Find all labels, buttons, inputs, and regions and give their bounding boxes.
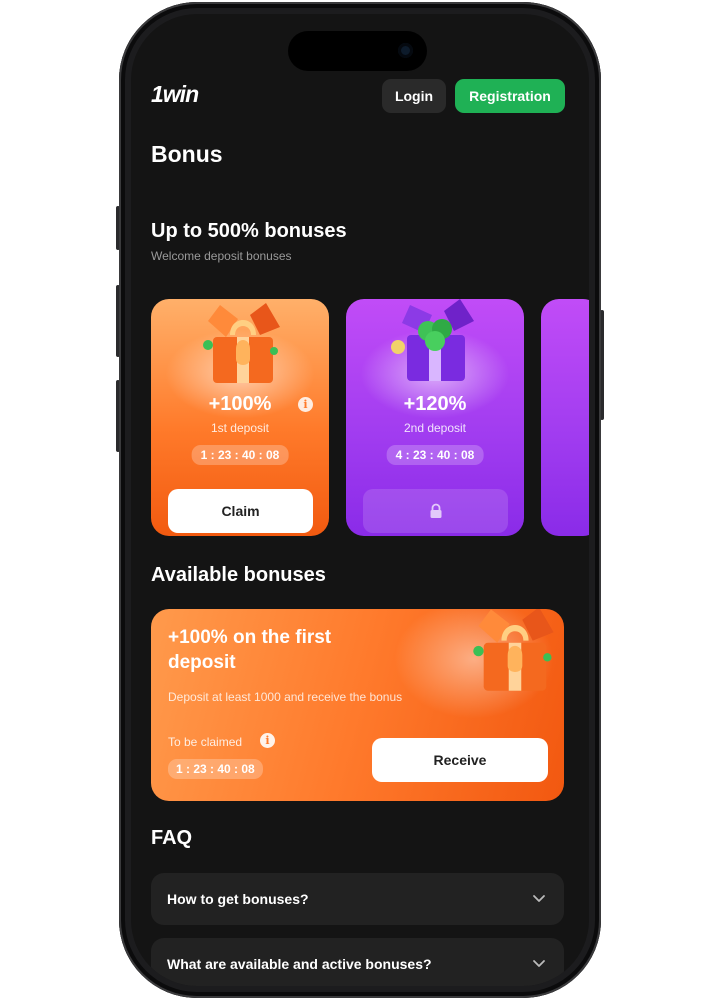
countdown-timer: 1 : 23 : 40 : 08 (191, 445, 289, 465)
chevron-down-icon (533, 960, 545, 967)
deposit-label: 1st deposit (210, 421, 270, 435)
registration-button[interactable]: Registration (455, 79, 565, 113)
claim-button[interactable]: Claim (168, 489, 313, 533)
available-bonus-title: +100% on the first deposit (168, 627, 332, 673)
gift-box-clover-icon (391, 299, 474, 381)
locked-button (363, 489, 508, 533)
bonus-card-2nd-deposit[interactable]: +120% 2nd deposit 4 : 23 : 40 : 08 (346, 299, 524, 536)
brand-logo[interactable]: 1win (151, 81, 199, 108)
available-section-title: Available bonuses (151, 564, 326, 586)
phone-screen: 1win Login Registration Bonus Up to 500%… (131, 14, 589, 986)
dynamic-island (288, 31, 427, 71)
available-bonus-card: +100% on the first deposit Deposit at le… (151, 609, 564, 801)
bonus-card-1st-deposit[interactable]: +100% i 1st deposit 1 : 23 : 40 : 08 Cla… (151, 299, 329, 536)
countdown-timer: 4 : 23 : 40 : 08 (386, 445, 484, 465)
to-be-claimed-label: To be claimed (168, 735, 243, 749)
welcome-section-subtitle: Welcome deposit bonuses (151, 249, 292, 263)
chevron-down-icon (533, 895, 545, 902)
faq-question: How to get bonuses? (167, 891, 309, 907)
info-icon[interactable]: i (260, 733, 275, 748)
welcome-section-title: Up to 500% bonuses (151, 220, 347, 242)
lock-icon (430, 503, 441, 518)
info-icon[interactable]: i (298, 397, 313, 412)
camera-icon (398, 43, 413, 58)
gift-box-icon (473, 609, 554, 691)
bonus-card-next[interactable] (541, 299, 589, 536)
faq-question: What are available and active bonuses? (167, 956, 432, 972)
countdown-timer: 1 : 23 : 40 : 08 (168, 759, 263, 779)
deposit-label: 2nd deposit (403, 421, 467, 435)
faq-title: FAQ (151, 827, 193, 849)
faq-item[interactable]: What are available and active bonuses? (151, 938, 564, 986)
bonus-percent: +120% (403, 393, 467, 415)
faq-item[interactable]: How to get bonuses? (151, 873, 564, 925)
login-button[interactable]: Login (382, 79, 446, 113)
gift-box-icon (203, 303, 280, 383)
page-title: Bonus (151, 141, 223, 167)
receive-button[interactable]: Receive (372, 738, 548, 782)
available-bonus-description: Deposit at least 1000 and receive the bo… (168, 690, 403, 704)
